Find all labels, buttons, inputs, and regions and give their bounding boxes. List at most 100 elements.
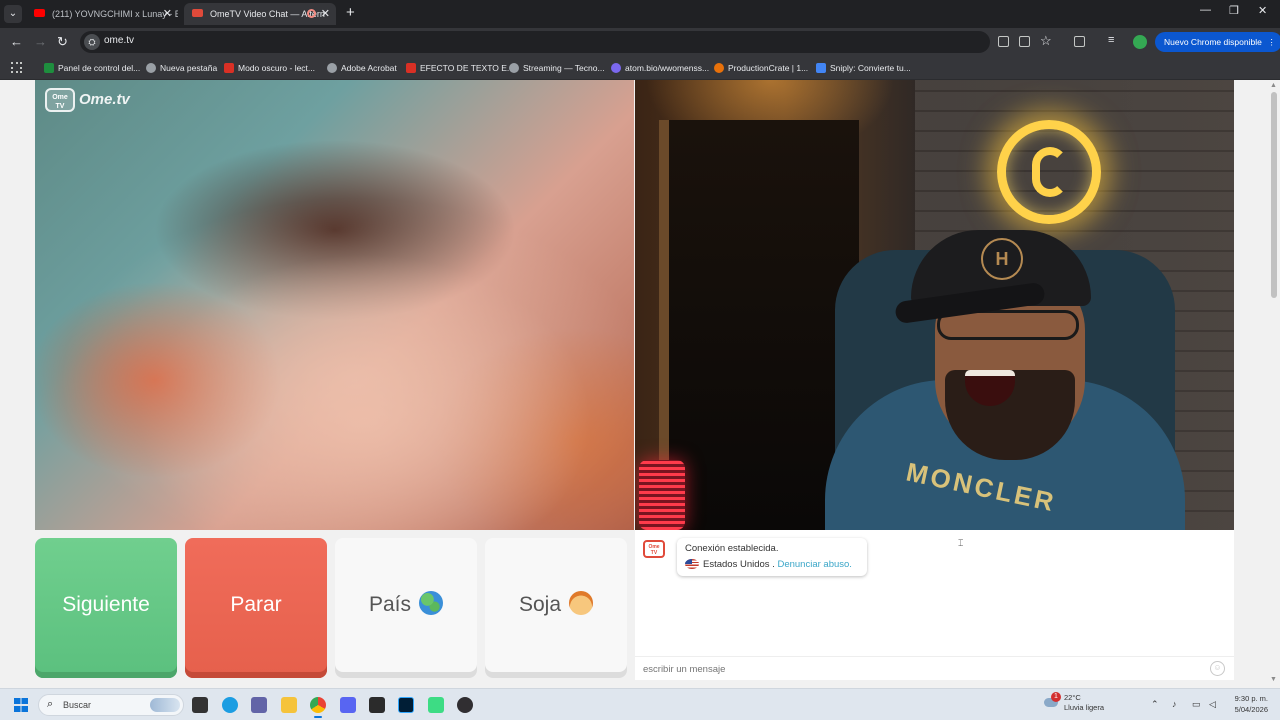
volume-icon[interactable]: ◁ (1209, 699, 1216, 710)
chat-input-bar: ☺ (635, 656, 1234, 680)
profile-avatar[interactable] (1133, 35, 1147, 49)
ometv-favicon-icon (192, 9, 203, 17)
update-chrome-button[interactable]: Nuevo Chrome disponible ⋮ (1155, 32, 1280, 52)
android-icon[interactable] (428, 697, 444, 713)
bookmarks-bar: Panel de control del... Nueva pestaña Mo… (0, 56, 1280, 80)
recording-icon (307, 9, 316, 18)
bookmark-favicon-icon (714, 63, 724, 73)
bookmark-favicon-icon (611, 63, 621, 73)
rgb-speaker (639, 460, 685, 530)
mouse-cursor-icon: ⌶ (958, 538, 964, 548)
report-abuse-link[interactable]: Denunciar abuso. (777, 559, 851, 570)
chrome-icon[interactable] (310, 697, 326, 718)
browser-toolbar: ← → ↻ ⛭ ome.tv ☆ ≡ Nuevo Chrome disponib… (0, 28, 1280, 56)
microphone-icon[interactable]: ♪ (1172, 699, 1177, 709)
tab-search-icon[interactable]: ⌄ (4, 5, 22, 23)
bookmark-item[interactable]: atom.bio/wwomenss... (611, 61, 709, 75)
notification-badge: 1 (1051, 692, 1061, 702)
close-tab-icon[interactable]: ✕ (163, 3, 172, 25)
search-highlight-art (150, 698, 180, 712)
gender-button[interactable]: Soja (485, 538, 627, 678)
davinci-resolve-icon[interactable] (369, 697, 385, 713)
bookmark-item[interactable]: ProductionCrate | 1... (714, 61, 808, 75)
bookmark-favicon-icon (44, 63, 54, 73)
globe-icon (419, 591, 444, 616)
tray-chevron-icon[interactable]: ⌃ (1151, 699, 1159, 710)
search-icon: ⌕ (47, 698, 54, 710)
bookmark-item[interactable]: Sniply: Convierte tu... (816, 61, 911, 75)
windows-start-icon[interactable] (14, 698, 28, 712)
photoshop-icon[interactable] (398, 697, 414, 713)
site-info-icon[interactable]: ⛭ (84, 34, 100, 50)
bookmark-label: Sniply: Convierte tu... (830, 63, 911, 73)
file-explorer-icon[interactable] (281, 697, 297, 713)
bookmark-label: Adobe Acrobat (341, 63, 397, 73)
system-message: Conexión establecida. Estados Unidos . D… (677, 538, 867, 576)
reading-list-icon[interactable]: ≡ (1108, 34, 1114, 46)
bookmark-item[interactable]: EFECTO DE TEXTO E... (406, 61, 514, 75)
weather-text: 22°C Lluvia ligera (1064, 693, 1104, 713)
bookmark-favicon-icon (224, 63, 234, 73)
page-scrollbar[interactable]: ▲ ▼ (1268, 80, 1280, 688)
gender-button-label: Soja (518, 593, 562, 616)
back-icon[interactable]: ← (10, 34, 23, 49)
next-button[interactable]: Siguiente (35, 538, 177, 678)
forward-icon[interactable]: → (34, 34, 47, 49)
video-frame (35, 80, 634, 530)
chat-message-input[interactable] (643, 661, 1183, 677)
scroll-thumb[interactable] (1271, 92, 1277, 298)
translate-icon[interactable] (1019, 36, 1030, 47)
neon-sign-inner (1032, 147, 1068, 197)
youtube-favicon-icon (34, 9, 45, 17)
bookmark-item[interactable]: Panel de control del... (44, 61, 140, 75)
bookmark-item[interactable]: Adobe Acrobat (327, 61, 397, 75)
bookmark-label: Modo oscuro - lect... (238, 63, 316, 73)
url-text: ome.tv (104, 35, 135, 46)
bookmark-item[interactable]: Modo oscuro - lect... (224, 61, 315, 75)
scroll-up-icon[interactable]: ▲ (1270, 82, 1277, 89)
network-icon[interactable]: ▭ (1192, 699, 1201, 710)
scroll-down-icon[interactable]: ▼ (1270, 676, 1277, 683)
bookmark-label: EFECTO DE TEXTO E... (420, 63, 514, 73)
ometv-logo-text: Ome.tv (79, 91, 130, 108)
country-button[interactable]: País (335, 538, 477, 678)
bookmark-favicon-icon (406, 63, 416, 73)
close-tab-icon[interactable]: ✕ (321, 3, 330, 25)
us-flag-icon (685, 559, 699, 570)
bookmark-item[interactable]: Streaming — Tecno... (509, 61, 605, 75)
stop-button[interactable]: Parar (185, 538, 327, 678)
cast-icon[interactable] (998, 36, 1009, 47)
address-bar[interactable]: ⛭ ome.tv (80, 31, 990, 53)
bookmark-item[interactable]: Nueva pestaña (146, 61, 217, 75)
new-tab-icon[interactable]: + (346, 4, 355, 21)
bookmark-favicon-icon (509, 63, 519, 73)
close-window-icon[interactable]: ✕ (1258, 4, 1267, 17)
teams-icon[interactable] (251, 697, 267, 713)
task-view-icon[interactable] (192, 697, 208, 713)
bookmark-favicon-icon (327, 63, 337, 73)
chat-ometv-logo-icon: Ome TV (643, 540, 665, 558)
windows-taskbar: ⌕ Buscar 1 22°C Lluvia ligera ⌃ ♪ ▭ ◁ 9:… (0, 688, 1280, 720)
extensions-icon[interactable] (1074, 36, 1085, 47)
taskbar-search-box[interactable]: ⌕ Buscar (38, 694, 184, 716)
minimize-icon[interactable]: — (1200, 4, 1211, 16)
reload-icon[interactable]: ↻ (57, 34, 68, 50)
bookmark-star-icon[interactable]: ☆ (1040, 33, 1052, 49)
tab-title: (211) YOVNGCHIMI x Lunay - El (52, 9, 178, 19)
tab-youtube[interactable]: (211) YOVNGCHIMI x Lunay - El ✕ (26, 3, 178, 25)
tab-ometv[interactable]: OmeTV Video Chat — Altern ✕ (184, 3, 336, 25)
apps-grid-icon[interactable] (11, 62, 22, 73)
more-menu-icon[interactable]: ⋮ (1267, 32, 1276, 52)
obs-icon[interactable] (457, 697, 473, 713)
system-clock[interactable]: 9:30 p. m. 5/04/2026 (1226, 693, 1268, 715)
stranger-country-line: Estados Unidos . Denunciar abuso. (685, 559, 859, 570)
discord-icon[interactable] (340, 697, 356, 713)
cap-logo: H (981, 238, 1023, 280)
stop-button-label: Parar (230, 593, 282, 616)
boy-face-icon (569, 591, 594, 616)
edge-icon[interactable] (222, 697, 238, 713)
ometv-logo-icon: Ome TV (45, 88, 75, 112)
bookmark-label: Nueva pestaña (160, 63, 218, 73)
emoji-icon[interactable]: ☺ (1210, 661, 1225, 676)
restore-icon[interactable]: ❐ (1229, 4, 1239, 17)
